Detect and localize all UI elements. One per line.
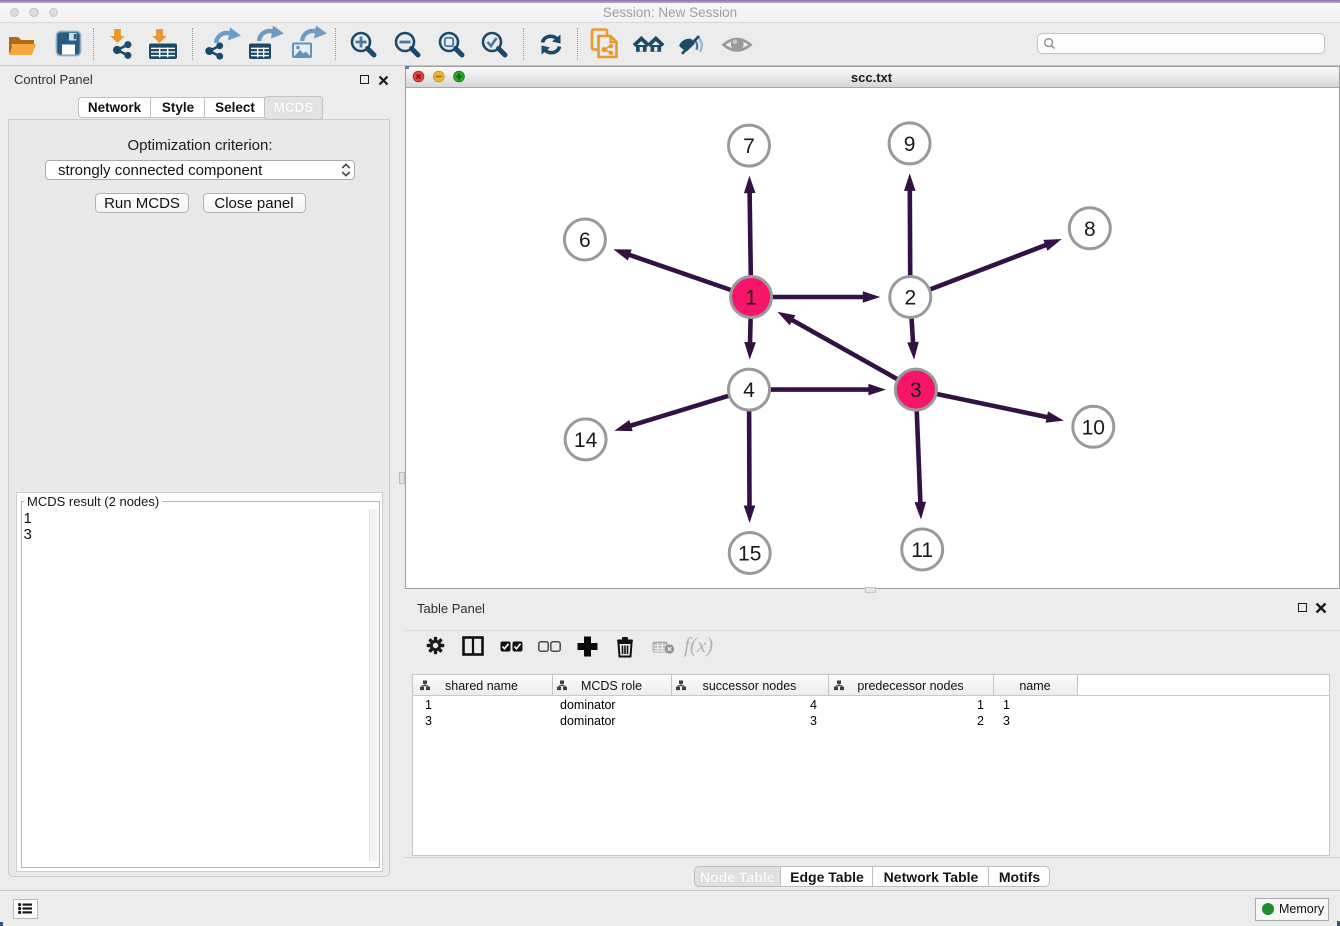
svg-text:9: 9 [903,133,915,156]
svg-text:4: 4 [743,379,755,402]
svg-text:3: 3 [910,379,922,402]
svg-text:6: 6 [579,229,591,252]
svg-text:15: 15 [738,543,761,566]
svg-text:10: 10 [1081,416,1104,439]
svg-text:7: 7 [743,135,755,158]
svg-text:2: 2 [904,287,916,310]
svg-text:8: 8 [1083,218,1095,241]
svg-text:11: 11 [911,539,933,562]
svg-text:1: 1 [745,287,757,310]
svg-text:14: 14 [573,429,597,452]
